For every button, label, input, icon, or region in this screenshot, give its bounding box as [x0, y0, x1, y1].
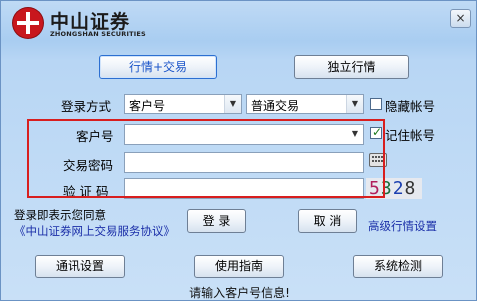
comm-settings-button[interactable]: 通讯设置 — [35, 255, 125, 278]
login-method-label: 登录方式 — [61, 99, 112, 114]
remember-account-label: 记住帐号 — [385, 128, 436, 143]
trade-type-select[interactable]: 普通交易 ▼ — [246, 94, 364, 114]
highlight-box — [27, 119, 385, 198]
captcha-char: 2 — [392, 178, 405, 199]
login-button[interactable]: 登 录 — [187, 209, 246, 233]
login-method-select[interactable]: 客户号 ▼ — [124, 94, 242, 114]
system-check-button[interactable]: 系统检测 — [353, 255, 443, 278]
agreement-link[interactable]: 《中山证券网上交易服务协议》 — [14, 223, 175, 239]
login-method-value: 客户号 — [129, 99, 166, 113]
cancel-button[interactable]: 取 消 — [298, 209, 357, 233]
login-window: 中山证券 ZHONGSHAN SECURITIES × 行情+交易 独立行情 登… — [0, 0, 477, 301]
advanced-quote-settings-link[interactable]: 高级行情设置 — [368, 218, 437, 234]
close-button[interactable]: × — [450, 9, 471, 28]
comm-settings-label: 通讯设置 — [55, 259, 104, 273]
captcha-char: 8 — [404, 178, 417, 199]
hide-account-label: 隐藏帐号 — [385, 99, 436, 114]
tab-quote-trade-label: 行情+交易 — [128, 60, 188, 74]
user-guide-label: 使用指南 — [214, 259, 263, 273]
trade-type-value: 普通交易 — [251, 99, 300, 113]
cancel-button-label: 取 消 — [313, 214, 342, 228]
user-guide-button[interactable]: 使用指南 — [194, 255, 284, 278]
agreement-text: 登录即表示您同意 — [14, 208, 106, 222]
title-bar: 中山证券 ZHONGSHAN SECURITIES × — [1, 1, 477, 45]
zhongshan-logo-icon — [13, 8, 43, 38]
brand-name-english: ZHONGSHAN SECURITIES — [50, 30, 146, 38]
chevron-down-icon: ▼ — [346, 95, 363, 113]
hide-account-checkbox[interactable] — [370, 98, 382, 110]
tab-standalone-quote[interactable]: 独立行情 — [294, 55, 409, 79]
status-message: 请输入客户号信息! — [189, 286, 290, 300]
chevron-down-icon: ▼ — [224, 95, 241, 113]
system-check-label: 系统检测 — [373, 259, 422, 273]
tab-quote-trade[interactable]: 行情+交易 — [99, 55, 217, 79]
tab-standalone-quote-label: 独立行情 — [327, 60, 376, 74]
login-button-label: 登 录 — [202, 214, 231, 228]
close-icon: × — [455, 11, 466, 25]
